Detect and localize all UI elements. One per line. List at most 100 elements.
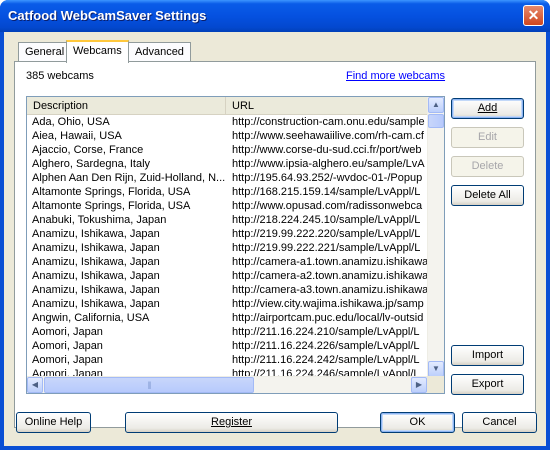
list-item-description: Altamonte Springs, Florida, USA — [32, 200, 191, 212]
list-item-description: Alphen Aan Den Rijn, Zuid-Holland, N... — [32, 172, 226, 184]
list-item[interactable]: Anamizu, Ishikawa, Japan http://219.99.22… — [27, 241, 427, 255]
tab-general-label: General — [25, 46, 65, 58]
list-item-url: http://camera-a2.town.anamizu.ishikawa — [232, 270, 427, 282]
ok-button[interactable]: OK — [380, 412, 455, 433]
scroll-right-button[interactable]: ▶ — [411, 377, 427, 393]
delete-all-button-label: Delete All — [464, 189, 511, 201]
arrow-down-icon: ▼ — [432, 364, 440, 373]
list-item-description: Altamonte Springs, Florida, USA — [32, 186, 191, 198]
list-item[interactable]: Altamonte Springs, Florida, USA http://16… — [27, 185, 427, 199]
webcam-count: 385 webcams — [26, 70, 94, 82]
online-help-button[interactable]: Online Help — [16, 412, 91, 433]
list-item-description: Anamizu, Ishikawa, Japan — [32, 228, 160, 240]
scrollbar-corner — [427, 376, 444, 393]
list-item-url: http://www.ipsia-alghero.eu/sample/LvA — [232, 158, 425, 170]
list-item[interactable]: Anabuki, Tokushima, Japan http://218.224.… — [27, 213, 427, 227]
delete-button-label: Delete — [471, 160, 504, 172]
list-item[interactable]: Aomori, Japan http://211.16.224.226/sampl… — [27, 339, 427, 353]
list-item-url: http://www.corse-du-sud.cci.fr/port/web — [232, 144, 422, 156]
list-item-url: http://camera-a3.town.anamizu.ishikawa — [232, 284, 427, 296]
add-button-label: Add — [477, 102, 498, 114]
edit-button[interactable]: Edit — [451, 127, 524, 148]
grip-icon: ||| — [147, 380, 151, 390]
cancel-button[interactable]: Cancel — [462, 412, 537, 433]
list-item-url: http://airportcam.puc.edu/local/lv-outsi… — [232, 312, 424, 324]
list-item-url: http://195.64.93.252/-wvdoc-01-/Popup — [232, 172, 423, 184]
list-item-description: Aomori, Japan — [32, 326, 103, 338]
delete-all-button[interactable]: Delete All — [451, 185, 524, 206]
list-item-url: http://219.99.222.220/sample/LvAppl/L — [232, 228, 421, 240]
list-item-description: Ada, Ohio, USA — [32, 116, 110, 128]
list-item[interactable]: Aomori, Japan http://211.16.224.242/sampl… — [27, 353, 427, 367]
scroll-up-button[interactable]: ▲ — [428, 97, 444, 113]
list-item[interactable]: Anamizu, Ishikawa, Japan http://camera-a1… — [27, 255, 427, 269]
list-item[interactable]: Altamonte Springs, Florida, USA http://ww… — [27, 199, 427, 213]
list-item[interactable]: Anamizu, Ishikawa, Japan http://219.99.22… — [27, 227, 427, 241]
list-item-url: http://211.16.224.226/sample/LvAppl/L — [232, 340, 420, 352]
list-item-url: http://camera-a1.town.anamizu.ishikawa — [232, 256, 427, 268]
column-url-label: URL — [232, 100, 255, 112]
close-window-button[interactable]: ✕ — [523, 5, 544, 26]
list-item[interactable]: Angwin, California, USA http://airportcam… — [27, 311, 427, 325]
list-item-description: Anamizu, Ishikawa, Japan — [32, 270, 160, 282]
online-help-button-label: Online Help — [24, 416, 83, 428]
list-item-url: http://211.16.224.210/sample/LvAppl/L — [232, 326, 420, 338]
arrow-right-icon: ▶ — [415, 380, 423, 389]
import-button[interactable]: Import — [451, 345, 524, 366]
import-button-label: Import — [471, 349, 504, 361]
list-item[interactable]: Alghero, Sardegna, Italy http://www.ipsia… — [27, 157, 427, 171]
export-button[interactable]: Export — [451, 374, 524, 395]
scroll-left-button[interactable]: ◀ — [27, 377, 43, 393]
list-item[interactable]: Ajaccio, Corse, France http://www.corse-d… — [27, 143, 427, 157]
add-button[interactable]: Add — [451, 98, 524, 119]
column-header-description[interactable]: Description — [27, 97, 226, 115]
list-item[interactable]: Alphen Aan Den Rijn, Zuid-Holland, N... h… — [27, 171, 427, 185]
list-item[interactable]: Anamizu, Ishikawa, Japan http://camera-a2… — [27, 269, 427, 283]
tab-webcams-label: Webcams — [73, 45, 122, 57]
list-item-description: Aomori, Japan — [32, 354, 103, 366]
list-item-url: http://168.215.159.14/sample/LvAppl/L — [232, 186, 421, 198]
column-header-url[interactable]: URL — [226, 97, 427, 115]
edit-button-label: Edit — [478, 131, 497, 143]
column-description-label: Description — [33, 100, 89, 112]
list-item-description: Angwin, California, USA — [32, 312, 150, 324]
list-item-url: http://www.opusad.com/radissonwebca — [232, 200, 423, 212]
list-item-url: http://219.99.222.221/sample/LvAppl/L — [232, 242, 421, 254]
cancel-button-label: Cancel — [482, 416, 517, 428]
tab-webcams[interactable]: Webcams — [66, 40, 129, 63]
list-item-description: Ajaccio, Corse, France — [32, 144, 144, 156]
horizontal-scrollbar[interactable]: ◀ ||| ▶ — [27, 376, 427, 393]
tab-general[interactable]: General — [18, 42, 72, 61]
list-item[interactable]: Ada, Ohio, USA http://construction-cam.on… — [27, 115, 427, 129]
list-item-description: Aomori, Japan — [32, 340, 103, 352]
register-button[interactable]: Register — [125, 412, 338, 433]
list-header: Description URL — [27, 97, 427, 115]
horizontal-scroll-thumb[interactable]: ||| — [44, 377, 254, 393]
delete-button[interactable]: Delete — [451, 156, 524, 177]
tab-advanced[interactable]: Advanced — [128, 42, 191, 61]
list-item-url: http://view.city.wajima.ishikawa.jp/samp — [232, 298, 424, 310]
vertical-scrollbar[interactable]: ▲ ▼ — [427, 97, 444, 377]
export-button-label: Export — [471, 378, 504, 390]
scroll-down-button[interactable]: ▼ — [428, 361, 444, 377]
list-item-url: http://www.seehawaiilive.com/rh-cam.cf — [232, 130, 424, 142]
find-more-webcams-link[interactable]: Find more webcams — [346, 70, 445, 82]
arrow-left-icon: ◀ — [31, 380, 39, 389]
vertical-scroll-thumb[interactable] — [428, 114, 444, 128]
list-item-url: http://211.16.224.242/sample/LvAppl/L — [232, 354, 420, 366]
list-item-description: Anamizu, Ishikawa, Japan — [32, 298, 160, 310]
list-item-description: Anamizu, Ishikawa, Japan — [32, 284, 160, 296]
list-item[interactable]: Anamizu, Ishikawa, Japan http://view.city… — [27, 297, 427, 311]
list-item-description: Anabuki, Tokushima, Japan — [32, 214, 167, 226]
settings-window: Catfood WebCamSaver Settings ✕ General W… — [0, 0, 550, 450]
list-item[interactable]: Anamizu, Ishikawa, Japan http://camera-a3… — [27, 283, 427, 297]
close-icon: ✕ — [527, 7, 540, 23]
tab-advanced-label: Advanced — [135, 46, 184, 58]
list-item-description: Alghero, Sardegna, Italy — [32, 158, 151, 170]
webcam-list[interactable]: Description URL Ada, Ohio, USA http://con… — [26, 96, 445, 394]
list-item-description: Aiea, Hawaii, USA — [32, 130, 122, 142]
register-button-label: Register — [211, 416, 252, 428]
list-item[interactable]: Aiea, Hawaii, USA http://www.seehawaiiliv… — [27, 129, 427, 143]
list-item[interactable]: Aomori, Japan http://211.16.224.210/sampl… — [27, 325, 427, 339]
title-bar[interactable]: Catfood WebCamSaver Settings ✕ — [0, 0, 550, 32]
